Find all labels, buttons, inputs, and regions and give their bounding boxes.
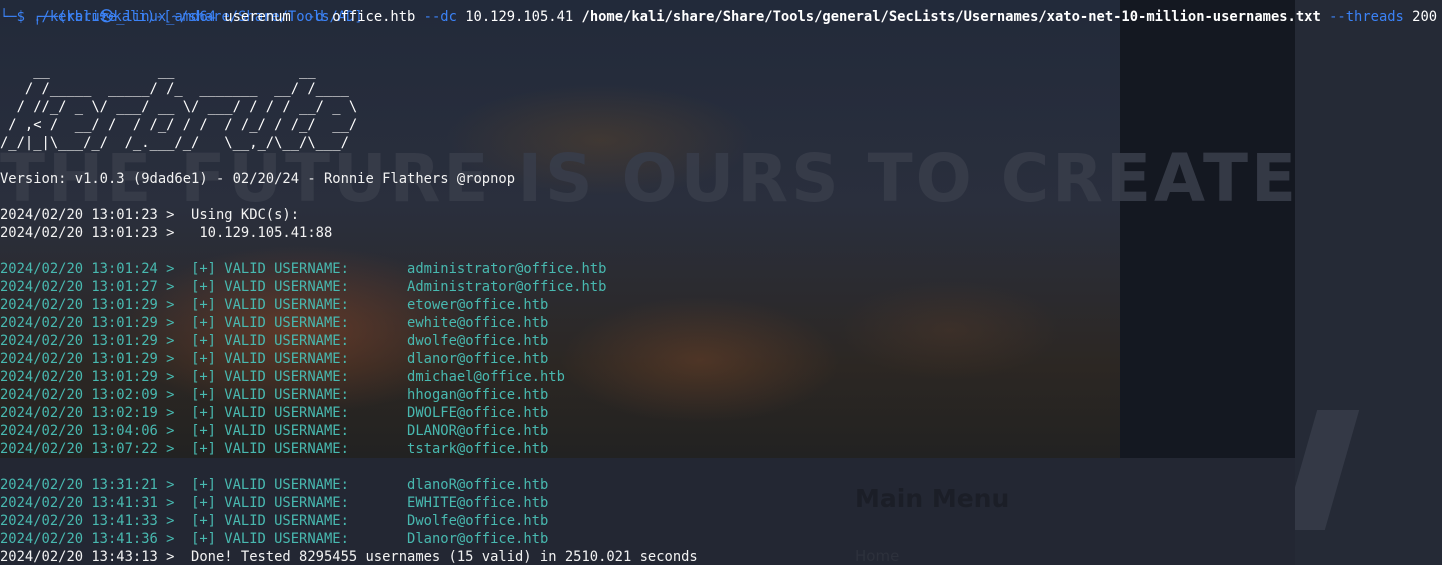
command-subcommand: userenum <box>215 9 308 25</box>
banner-line: / ,< / __/ / / /_/ / / / /_/ / /_/ __/ <box>0 117 358 133</box>
result-username: Administrator@office.htb <box>407 279 607 295</box>
banner-line: __ __ __ <box>0 63 358 79</box>
result-valid-label: [+] VALID USERNAME: <box>191 495 349 511</box>
result-row: 2024/02/20 13:41:31 > [+] VALID USERNAME… <box>0 494 1442 512</box>
result-timestamp: 2024/02/20 13:01:29 > <box>0 369 192 385</box>
result-valid-label: [+] VALID USERNAME: <box>191 369 349 385</box>
result-valid-label: [+] VALID USERNAME: <box>191 441 349 457</box>
result-valid-label: [+] VALID USERNAME: <box>191 261 349 277</box>
command-binary: ./kerbrute_linux_amd64 <box>33 9 216 25</box>
done-summary-line: 2024/02/20 13:43:13 > Done! Tested 82954… <box>0 549 698 565</box>
result-row: 2024/02/20 13:01:29 > [+] VALID USERNAME… <box>0 314 1442 332</box>
command-dc-ip: 10.129.105.41 <box>456 9 582 25</box>
result-timestamp: 2024/02/20 13:41:36 > <box>0 531 192 547</box>
result-timestamp: 2024/02/20 13:31:21 > <box>0 477 192 493</box>
result-timestamp: 2024/02/20 13:01:24 > <box>0 261 192 277</box>
result-username: dwolfe@office.htb <box>407 333 549 349</box>
result-timestamp: 2024/02/20 13:41:31 > <box>0 495 192 511</box>
result-username: EWHITE@office.htb <box>407 495 549 511</box>
banner-line: / //_/ _ \/ ___/ __ \/ ___/ / / / __/ _ … <box>0 99 358 115</box>
kerbrute-banner: __ __ __ / /_____ _____/ /_ _______ __/ … <box>0 62 1442 152</box>
result-username: administrator@office.htb <box>407 261 607 277</box>
result-row: 2024/02/20 13:02:19 > [+] VALID USERNAME… <box>0 404 1442 422</box>
result-username: ewhite@office.htb <box>407 315 549 331</box>
result-username: DWOLFE@office.htb <box>407 405 549 421</box>
result-timestamp: 2024/02/20 13:01:29 > <box>0 315 192 331</box>
result-username: dlanoR@office.htb <box>407 477 549 493</box>
result-row: 2024/02/20 13:01:29 > [+] VALID USERNAME… <box>0 332 1442 350</box>
result-valid-label: [+] VALID USERNAME: <box>191 405 349 421</box>
result-username: etower@office.htb <box>407 297 549 313</box>
result-timestamp: 2024/02/20 13:01:29 > <box>0 297 192 313</box>
result-timestamp: 2024/02/20 13:04:06 > <box>0 423 192 439</box>
result-timestamp: 2024/02/20 13:02:09 > <box>0 387 192 403</box>
command-threads-value: 200 <box>1403 9 1438 25</box>
command-flag-threads: --threads <box>1320 9 1404 25</box>
result-username: Dlanor@office.htb <box>407 531 549 547</box>
prompt-symbol: └─$ <box>0 9 34 25</box>
command-domain: office.htb <box>323 9 424 25</box>
result-row: 2024/02/20 13:31:21 > [+] VALID USERNAME… <box>0 476 1442 494</box>
result-row: 2024/02/20 13:41:36 > [+] VALID USERNAME… <box>0 530 1442 548</box>
result-timestamp: 2024/02/20 13:01:29 > <box>0 333 192 349</box>
result-valid-label: [+] VALID USERNAME: <box>191 531 349 547</box>
result-valid-label: [+] VALID USERNAME: <box>191 279 349 295</box>
result-valid-label: [+] VALID USERNAME: <box>191 333 349 349</box>
terminal-output[interactable]: ┌──(kali㉿kali)-[~/share/Share/Tools/AD] … <box>0 0 1442 565</box>
result-valid-label: [+] VALID USERNAME: <box>191 477 349 493</box>
result-timestamp: 2024/02/20 13:41:33 > <box>0 513 192 529</box>
result-timestamp: 2024/02/20 13:02:19 > <box>0 405 192 421</box>
valid-usernames-group-2: 2024/02/20 13:31:21 > [+] VALID USERNAME… <box>0 476 1442 548</box>
result-timestamp: 2024/02/20 13:01:27 > <box>0 279 192 295</box>
result-valid-label: [+] VALID USERNAME: <box>191 387 349 403</box>
result-valid-label: [+] VALID USERNAME: <box>191 351 349 367</box>
result-username: DLANOR@office.htb <box>407 423 549 439</box>
version-line: Version: v1.0.3 (9dad6e1) - 02/20/24 - R… <box>0 171 515 187</box>
result-username: tstark@office.htb <box>407 441 549 457</box>
command-flag-dc: --dc <box>423 9 457 25</box>
result-valid-label: [+] VALID USERNAME: <box>191 315 349 331</box>
result-username: dlanor@office.htb <box>407 351 549 367</box>
command-line[interactable]: └─$ ./kerbrute_linux_amd64 userenum -d o… <box>0 8 1442 26</box>
result-row: 2024/02/20 13:02:09 > [+] VALID USERNAME… <box>0 386 1442 404</box>
kdc-line: 2024/02/20 13:01:23 > 10.129.105.41:88 <box>0 225 333 241</box>
result-row: 2024/02/20 13:41:33 > [+] VALID USERNAME… <box>0 512 1442 530</box>
result-username: Dwolfe@office.htb <box>407 513 549 529</box>
kdc-line: 2024/02/20 13:01:23 > Using KDC(s): <box>0 207 300 223</box>
result-row: 2024/02/20 13:01:29 > [+] VALID USERNAME… <box>0 296 1442 314</box>
banner-line: /_/|_|\___/_/ /_.___/_/ \__,_/\__/\___/ <box>0 135 358 151</box>
command-flag-domain: -d <box>307 9 324 25</box>
command-wordlist-path: /home/kali/share/Share/Tools/general/Sec… <box>581 9 1321 25</box>
result-valid-label: [+] VALID USERNAME: <box>191 423 349 439</box>
valid-usernames-group-1: 2024/02/20 13:01:24 > [+] VALID USERNAME… <box>0 260 1442 458</box>
result-row: 2024/02/20 13:07:22 > [+] VALID USERNAME… <box>0 440 1442 458</box>
result-timestamp: 2024/02/20 13:01:29 > <box>0 351 192 367</box>
result-valid-label: [+] VALID USERNAME: <box>191 513 349 529</box>
result-row: 2024/02/20 13:01:27 > [+] VALID USERNAME… <box>0 278 1442 296</box>
result-row: 2024/02/20 13:04:06 > [+] VALID USERNAME… <box>0 422 1442 440</box>
result-username: hhogan@office.htb <box>407 387 549 403</box>
result-username: dmichael@office.htb <box>407 369 565 385</box>
result-row: 2024/02/20 13:01:24 > [+] VALID USERNAME… <box>0 260 1442 278</box>
result-row: 2024/02/20 13:01:29 > [+] VALID USERNAME… <box>0 350 1442 368</box>
prompt-header-line: ┌──(kali㉿kali)-[~/share/Share/Tools/AD] <box>0 0 1442 25</box>
banner-line: / /_____ _____/ /_ _______ __/ /____ <box>0 81 358 97</box>
result-timestamp: 2024/02/20 13:07:22 > <box>0 441 192 457</box>
result-row: 2024/02/20 13:01:29 > [+] VALID USERNAME… <box>0 368 1442 386</box>
result-valid-label: [+] VALID USERNAME: <box>191 297 349 313</box>
